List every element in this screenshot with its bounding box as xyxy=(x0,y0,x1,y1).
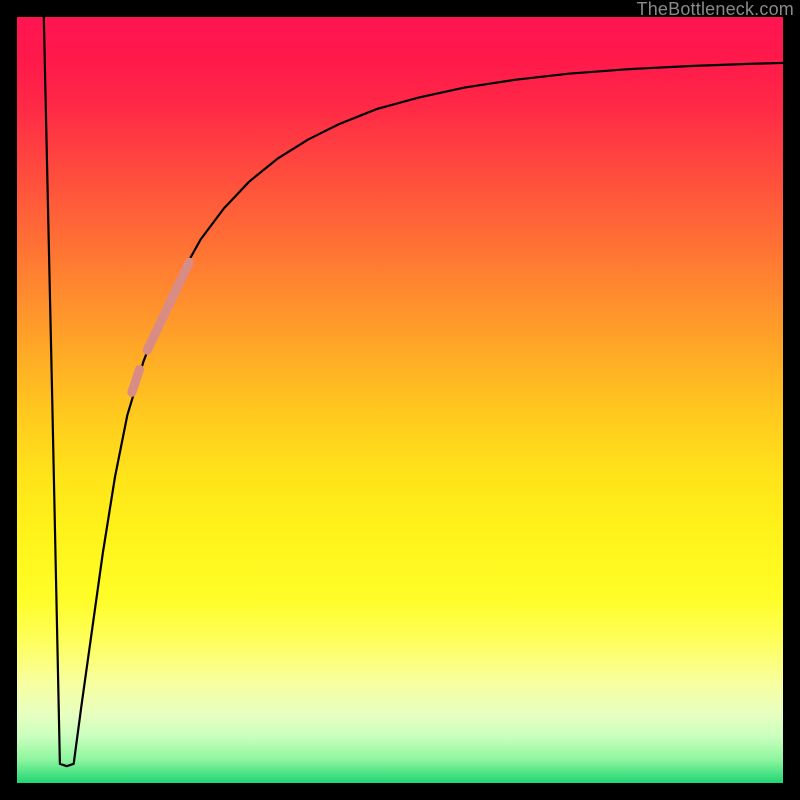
bottleneck-curve xyxy=(44,17,783,766)
curve-highlight-1 xyxy=(147,262,189,350)
curve-highlight-2 xyxy=(132,369,140,392)
attribution-text: TheBottleneck.com xyxy=(637,0,794,18)
curve-layer xyxy=(17,17,783,783)
chart-stage: TheBottleneck.com xyxy=(0,0,800,800)
